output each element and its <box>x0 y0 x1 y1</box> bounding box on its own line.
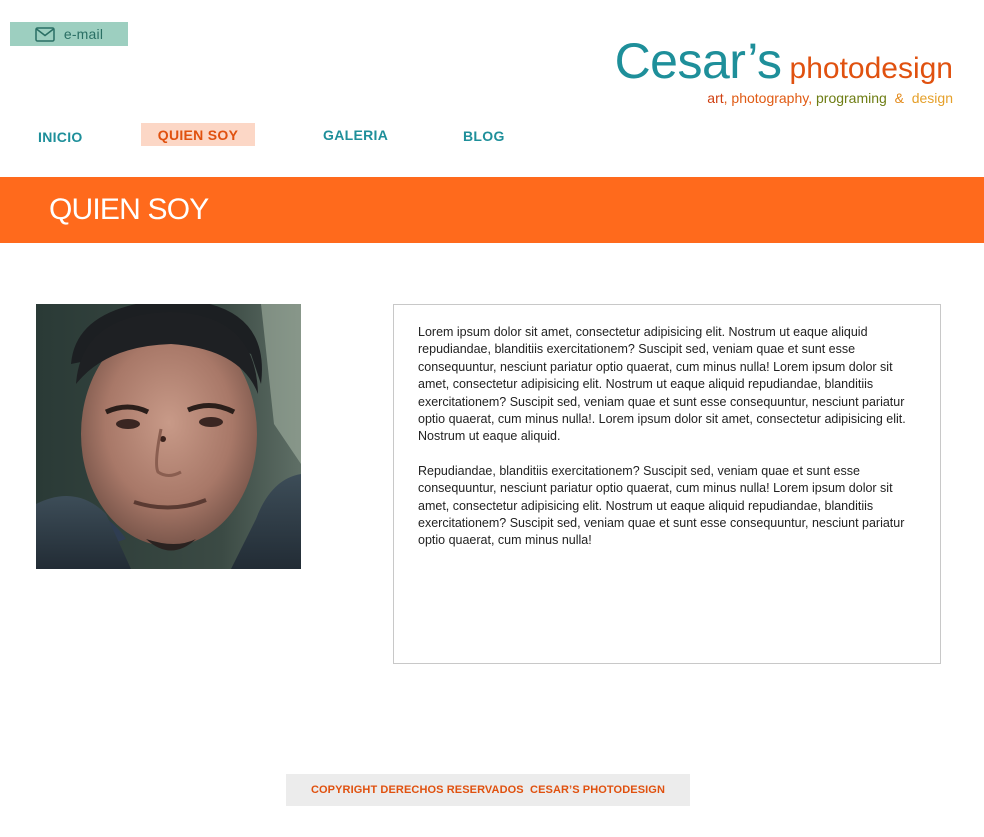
nav-quien-soy[interactable]: QUIEN SOY <box>141 123 255 146</box>
nav-blog[interactable]: BLOG <box>463 128 505 144</box>
logo-name: Cesar’s <box>614 33 782 89</box>
nav-galeria[interactable]: GALERIA <box>323 127 388 143</box>
footer: COPYRIGHT DERECHOS RESERVADOS CESAR’S PH… <box>286 774 690 806</box>
envelope-icon <box>35 26 55 42</box>
nav-inicio[interactable]: INICIO <box>38 129 83 145</box>
email-button[interactable]: e-mail <box>10 22 128 46</box>
site-logo[interactable]: Cesar’s photodesign art, photography, pro… <box>615 36 953 106</box>
about-text-box: Lorem ipsum dolor sit amet, consectetur … <box>393 304 941 664</box>
copyright-text: COPYRIGHT DERECHOS RESERVADOS CESAR’S PH… <box>310 784 665 796</box>
page-title: QUIEN SOY <box>49 193 209 226</box>
about-paragraph-2: Repudiandae, blanditiis exercitationem? … <box>418 463 905 548</box>
about-paragraph-1: Lorem ipsum dolor sit amet, consectetur … <box>418 325 906 444</box>
page-banner: QUIEN SOY <box>0 177 984 243</box>
profile-photo <box>36 304 301 569</box>
logo-tagline: art, photography, programing & design <box>707 90 953 106</box>
logo-subname: photodesign <box>789 52 953 85</box>
email-label: e-mail <box>63 26 104 42</box>
